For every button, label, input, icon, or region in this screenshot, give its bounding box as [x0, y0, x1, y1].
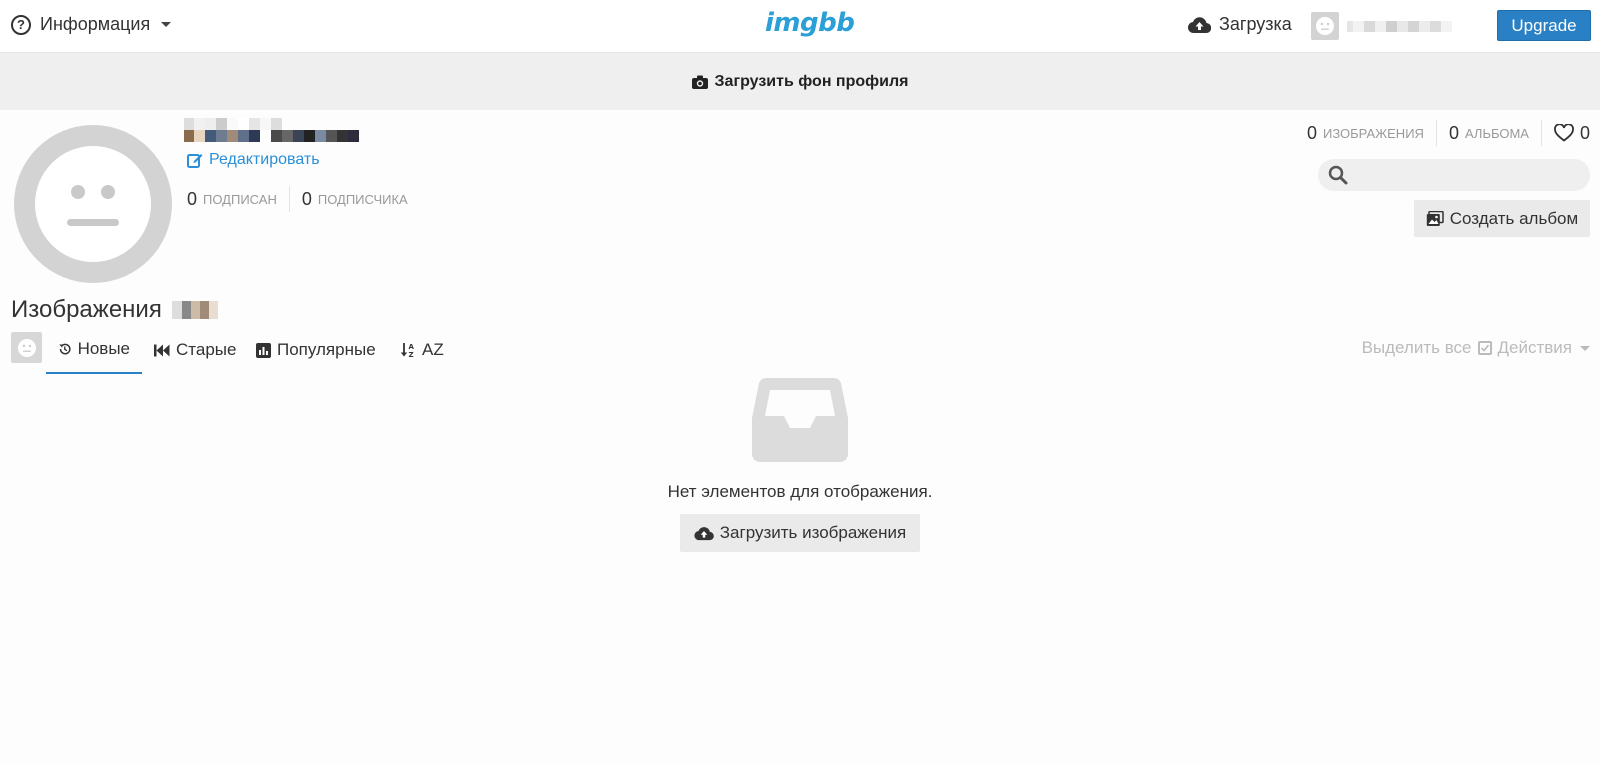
- username-redacted: [1347, 14, 1452, 38]
- bar-chart-icon: [256, 342, 271, 358]
- upload-profile-background[interactable]: Загрузить фон профиля: [0, 53, 1600, 110]
- likes[interactable]: 0: [1554, 123, 1590, 144]
- question-circle-icon: ?: [11, 14, 31, 35]
- empty-message: Нет элементов для отображения.: [667, 482, 933, 501]
- neutral-face-icon: [17, 338, 36, 357]
- tab-popular-label: Популярные: [277, 340, 376, 359]
- info-menu[interactable]: ? Информация: [11, 14, 172, 35]
- create-album-button[interactable]: Создать альбом: [1414, 200, 1590, 237]
- follow-stats: 0 подписан 0 подписчика: [187, 186, 408, 212]
- sort-alpha-icon: A Z: [400, 343, 415, 358]
- select-all-link[interactable]: Выделить все: [1362, 338, 1472, 358]
- divider: [288, 186, 290, 212]
- edit-profile-label: Редактировать: [209, 151, 320, 168]
- albums-label[interactable]: альбома: [1465, 126, 1529, 141]
- edit-profile-link[interactable]: Редактировать: [187, 151, 320, 169]
- edit-icon: [187, 154, 203, 168]
- upload-images-label: Загрузить изображения: [719, 523, 907, 542]
- backward-icon: [154, 344, 170, 356]
- caret-down-icon[interactable]: [1580, 345, 1590, 351]
- following-count[interactable]: 0: [187, 189, 197, 210]
- redacted-count: [171, 298, 218, 322]
- info-menu-label: Информация: [40, 14, 151, 34]
- images-label[interactable]: изображения: [1323, 126, 1424, 141]
- tab-popular[interactable]: Популярные: [244, 326, 388, 374]
- svg-text:Z: Z: [409, 351, 414, 358]
- actions-dropdown[interactable]: Действия: [1498, 338, 1572, 358]
- content-stats: 0 изображения 0 альбома 0: [1307, 120, 1590, 146]
- upload-images-button[interactable]: Загрузить изображения: [680, 514, 920, 552]
- albums-count[interactable]: 0: [1449, 123, 1459, 144]
- history-icon: [59, 343, 71, 355]
- search-input[interactable]: [1354, 167, 1574, 183]
- tab-old-label: Старые: [176, 340, 237, 359]
- search-icon: [1328, 165, 1348, 185]
- images-icon: [1426, 210, 1444, 226]
- upload-profile-background-label: Загрузить фон профиля: [714, 72, 909, 90]
- images-count[interactable]: 0: [1307, 123, 1317, 144]
- divider: [1435, 120, 1437, 146]
- followers-count[interactable]: 0: [302, 189, 312, 210]
- divider: [1540, 120, 1542, 146]
- heart-icon: [1554, 124, 1574, 142]
- upgrade-button[interactable]: Upgrade: [1497, 10, 1591, 41]
- bulk-actions: Выделить все Действия: [1362, 338, 1590, 358]
- tab-old[interactable]: Старые: [142, 326, 248, 374]
- tab-new-label: Новые: [77, 339, 130, 358]
- following-label[interactable]: подписан: [203, 192, 277, 207]
- profile-avatar: [14, 125, 172, 283]
- search-box[interactable]: [1318, 159, 1590, 191]
- followers-label[interactable]: подписчика: [318, 192, 408, 207]
- user-menu[interactable]: [1311, 12, 1452, 40]
- logo[interactable]: imgbb: [765, 8, 855, 38]
- neutral-face-icon: [1316, 17, 1334, 35]
- top-navbar: ? Информация imgbb Загрузка Upgrade: [0, 0, 1600, 53]
- likes-count: 0: [1579, 122, 1590, 143]
- tab-user-avatar[interactable]: [11, 332, 42, 363]
- create-album-label: Создать альбом: [1449, 208, 1579, 228]
- tab-az[interactable]: A Z AZ: [388, 326, 456, 374]
- upload-link-label: Загрузка: [1219, 14, 1292, 34]
- svg-text:A: A: [409, 343, 415, 351]
- cloud-upload-icon: [694, 526, 714, 540]
- images-section-title-text: Изображения: [11, 296, 162, 323]
- empty-state: Нет элементов для отображения. Загрузить…: [0, 376, 1600, 716]
- tab-az-label: AZ: [422, 340, 444, 359]
- upload-link[interactable]: Загрузка: [1188, 14, 1292, 35]
- inbox-icon: [752, 378, 848, 467]
- images-section-title: Изображения: [11, 296, 218, 324]
- profile-name-redacted: [184, 118, 359, 142]
- tab-new[interactable]: Новые: [46, 326, 142, 374]
- cloud-upload-icon: [1188, 16, 1211, 34]
- images-tabs: Новые Старые Популярные A Z AZ Выделить …: [0, 326, 1600, 376]
- user-avatar: [1311, 12, 1339, 40]
- caret-down-icon: [161, 22, 172, 27]
- checkbox-icon[interactable]: [1477, 341, 1492, 355]
- camera-icon: [691, 75, 708, 89]
